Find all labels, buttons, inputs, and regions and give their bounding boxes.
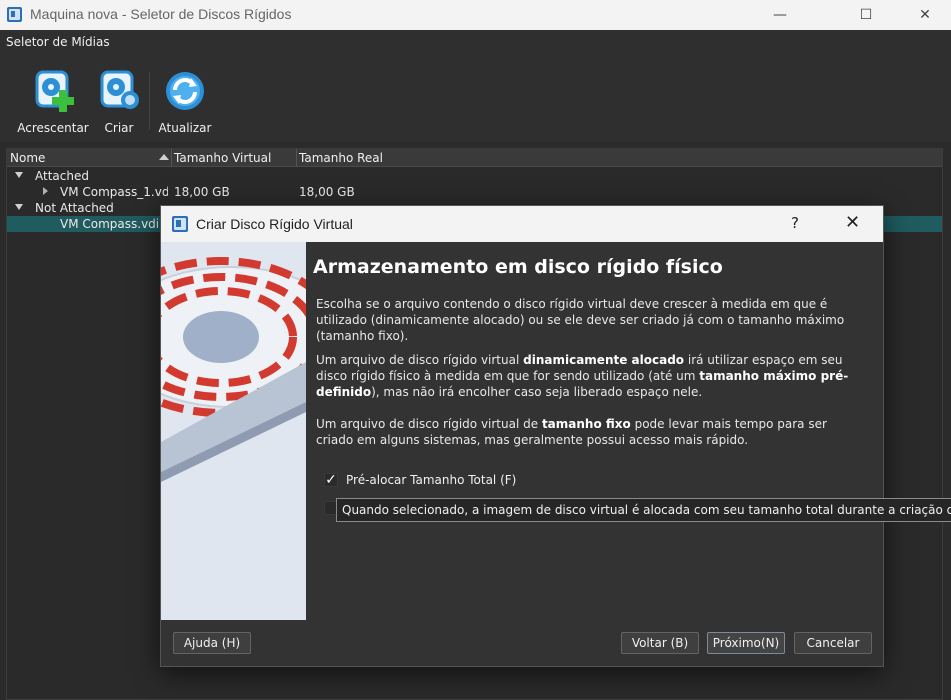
text-fragment: ), mas não irá encolher caso seja libera… [371,385,703,399]
expand-right-icon[interactable] [43,187,48,195]
dialog-titlebar: Criar Disco Rígido Virtual ? ✕ [161,206,883,242]
help-question-icon[interactable]: ? [791,214,799,232]
cancel-button[interactable]: Cancelar [794,632,872,654]
dialog-body: Armazenamento em disco rígido físico Esc… [161,242,883,620]
preallocate-checkbox[interactable]: ✓ [324,473,338,487]
table-row[interactable]: VM Compass_1.vdi 18,00 GB 18,00 GB [7,184,942,200]
add-label: Acrescentar [17,121,89,135]
page-title: Armazenamento em disco rígido físico [313,256,723,278]
refresh-icon [166,72,204,110]
window-titlebar: Maquina nova - Seletor de Discos Rígidos… [0,0,951,30]
preallocate-tooltip: Quando selecionado, a imagem de disco vi… [336,498,951,522]
virtualbox-app-icon [7,7,22,22]
window-title: Maquina nova - Seletor de Discos Rígidos [30,6,292,22]
disk-name: VM Compass.vdi [60,217,160,231]
column-header-real-size[interactable]: Tamanho Real [299,151,383,165]
minimize-button[interactable]: — [756,0,804,30]
add-disk-icon [35,70,74,112]
column-header-name[interactable]: Nome [10,151,45,165]
description-paragraph-1: Escolha se o arquivo contendo o disco rí… [316,297,845,343]
group-label: Not Attached [35,201,114,215]
expand-down-icon[interactable] [15,172,23,178]
create-label: Criar [104,121,134,135]
maximize-button[interactable]: ☐ [842,0,890,30]
virtualbox-app-icon [172,216,188,232]
preallocate-checkbox-label[interactable]: Pré-alocar Tamanho Total (F) [346,473,516,487]
description-paragraph-3: Um arquivo de disco rígido virtual de ta… [316,416,866,448]
add-button[interactable]: Acrescentar [14,68,92,135]
close-window-button[interactable]: ✕ [901,0,949,30]
description-paragraph-2: Um arquivo de disco rígido virtual dinam… [316,352,866,400]
group-label: Attached [35,169,89,183]
dialog-title: Criar Disco Rígido Virtual [196,216,353,232]
hard-disk-illustration-icon [161,242,306,620]
menubar: Seletor de Mídias [0,30,951,54]
next-button[interactable]: Próximo(N) [707,632,785,654]
close-icon: ✕ [919,7,931,23]
disk-name: VM Compass_1.vdi [60,185,168,199]
refresh-button[interactable]: Atualizar [158,68,212,135]
refresh-label: Atualizar [158,121,212,135]
maximize-icon: ☐ [859,7,873,23]
menu-media-selector[interactable]: Seletor de Mídias [6,35,110,49]
toolbar-separator [149,72,150,130]
column-separator[interactable] [296,149,297,167]
bold-text-dynamic: dinamicamente alocado [523,353,685,367]
dialog-content: Armazenamento em disco rígido físico Esc… [306,242,883,620]
create-disk-icon [100,70,139,109]
text-fragment: Um arquivo de disco rígido virtual [316,353,524,367]
tree-group-attached[interactable]: Attached [7,168,942,184]
minimize-icon: — [773,7,787,23]
sort-ascending-icon [159,154,169,160]
back-button[interactable]: Voltar (B) [621,632,699,654]
disk-virtual-size: 18,00 GB [174,185,230,199]
column-separator[interactable] [171,149,172,167]
close-icon[interactable]: ✕ [845,212,860,233]
tree-header: Nome Tamanho Virtual Tamanho Real [7,149,942,167]
dialog-footer: Ajuda (H) Voltar (B) Próximo(N) Cancelar [161,620,883,666]
bold-text-fixed-size: tamanho fixo [541,417,631,431]
column-header-virtual-size[interactable]: Tamanho Virtual [174,151,271,165]
disk-real-size: 18,00 GB [299,185,355,199]
expand-down-icon[interactable] [15,204,23,210]
create-button[interactable]: Criar [96,68,142,135]
text-fragment: Um arquivo de disco rígido virtual de [316,417,542,431]
help-button[interactable]: Ajuda (H) [173,632,251,654]
wizard-watermark-image [161,242,306,620]
virtualbox-media-selector: Maquina nova - Seletor de Discos Rígidos… [0,0,951,700]
create-virtual-disk-dialog: Criar Disco Rígido Virtual ? ✕ Armazenam… [160,205,884,667]
toolbar: Acrescentar Criar Atualizar [0,54,951,142]
